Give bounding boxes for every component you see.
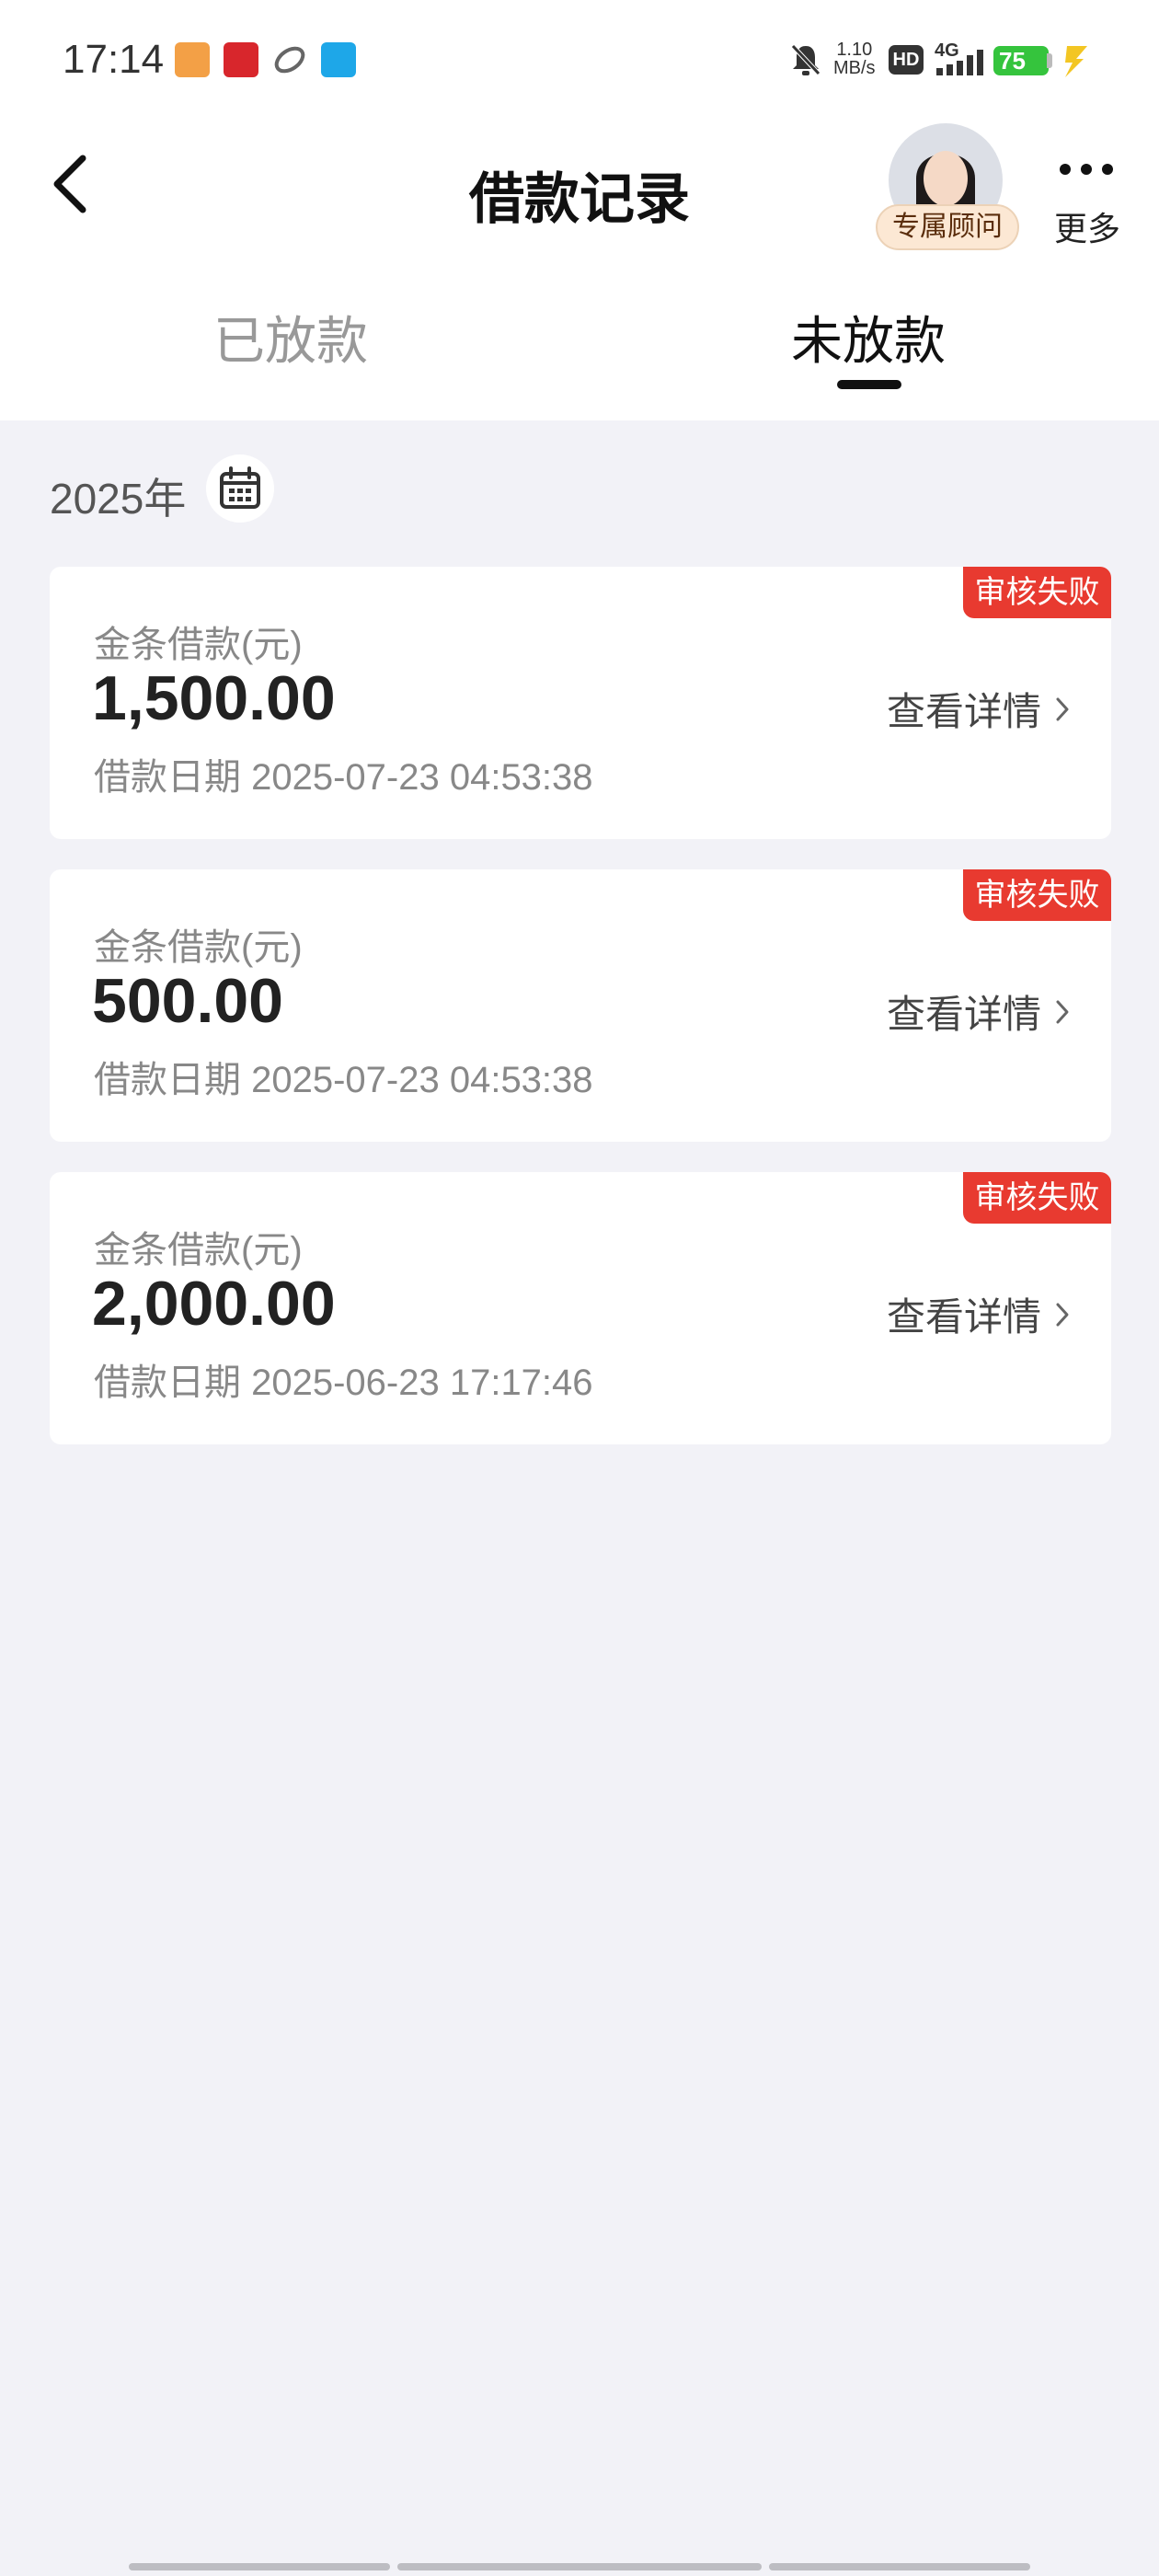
tab-released[interactable]: 已放款 bbox=[153, 300, 429, 374]
view-details-label: 查看详情 bbox=[886, 690, 1041, 733]
status-badge: 审核失败 bbox=[963, 869, 1111, 921]
advisor-label[interactable]: 专属顾问 bbox=[876, 204, 1019, 250]
status-badge: 审核失败 bbox=[963, 567, 1111, 618]
app-icon-4 bbox=[321, 42, 356, 77]
loan-amount: 2,000.00 bbox=[92, 1269, 336, 1339]
tab-unreleased[interactable]: 未放款 bbox=[730, 300, 1006, 374]
chevron-right-icon bbox=[1056, 697, 1069, 720]
loan-type-label: 金条借款(元) bbox=[94, 1230, 303, 1271]
loan-type-label: 金条借款(元) bbox=[94, 625, 303, 665]
view-details-button[interactable]: 查看详情 bbox=[887, 681, 1071, 737]
loan-amount: 500.00 bbox=[92, 966, 283, 1036]
battery-indicator: 75 bbox=[993, 46, 1049, 75]
charging-icon bbox=[1065, 46, 1087, 77]
hd-badge: HD bbox=[889, 45, 924, 75]
loan-date: 借款日期 2025-07-23 04:53:38 bbox=[94, 757, 593, 798]
home-indicator[interactable] bbox=[769, 2563, 1030, 2570]
status-time: 17:14 bbox=[63, 37, 165, 82]
home-indicator[interactable] bbox=[129, 2563, 390, 2570]
signal-icon: 4G bbox=[935, 40, 986, 77]
calendar-button[interactable] bbox=[206, 454, 274, 523]
view-details-label: 查看详情 bbox=[886, 1295, 1041, 1339]
status-badge: 审核失败 bbox=[963, 1172, 1111, 1224]
loan-amount: 1,500.00 bbox=[92, 663, 336, 733]
chevron-right-icon bbox=[1056, 1303, 1069, 1326]
loan-record-card[interactable]: 审核失败 金条借款(元) 2,000.00 借款日期 2025-06-23 17… bbox=[50, 1172, 1111, 1444]
mute-icon bbox=[791, 44, 820, 75]
app-icon-1 bbox=[175, 42, 210, 77]
chevron-right-icon bbox=[1056, 1000, 1069, 1023]
view-details-button[interactable]: 查看详情 bbox=[887, 1286, 1071, 1342]
app-icon-3 bbox=[274, 46, 305, 74]
loan-record-card[interactable]: 审核失败 金条借款(元) 500.00 借款日期 2025-07-23 04:5… bbox=[50, 869, 1111, 1142]
active-tab-indicator bbox=[837, 380, 901, 389]
loan-type-label: 金条借款(元) bbox=[94, 927, 303, 968]
year-label[interactable]: 2025年 bbox=[50, 466, 186, 526]
battery-tip bbox=[1047, 53, 1052, 68]
loan-date: 借款日期 2025-06-23 17:17:46 bbox=[94, 1363, 593, 1403]
more-icon[interactable] bbox=[1056, 151, 1117, 188]
loan-date: 借款日期 2025-07-23 04:53:38 bbox=[94, 1060, 593, 1100]
net-speed: 1.10 MB/s bbox=[833, 40, 876, 77]
more-button[interactable]: 更多 bbox=[1054, 202, 1120, 250]
home-indicator[interactable] bbox=[397, 2563, 762, 2570]
loan-record-card[interactable]: 审核失败 金条借款(元) 1,500.00 借款日期 2025-07-23 04… bbox=[50, 567, 1111, 839]
view-details-button[interactable]: 查看详情 bbox=[887, 983, 1071, 1040]
net-speed-value: 1.10 bbox=[836, 40, 873, 60]
app-icon-2 bbox=[224, 42, 258, 77]
view-details-label: 查看详情 bbox=[886, 993, 1041, 1036]
net-speed-unit: MB/s bbox=[833, 58, 876, 78]
calendar-icon bbox=[220, 466, 260, 509]
